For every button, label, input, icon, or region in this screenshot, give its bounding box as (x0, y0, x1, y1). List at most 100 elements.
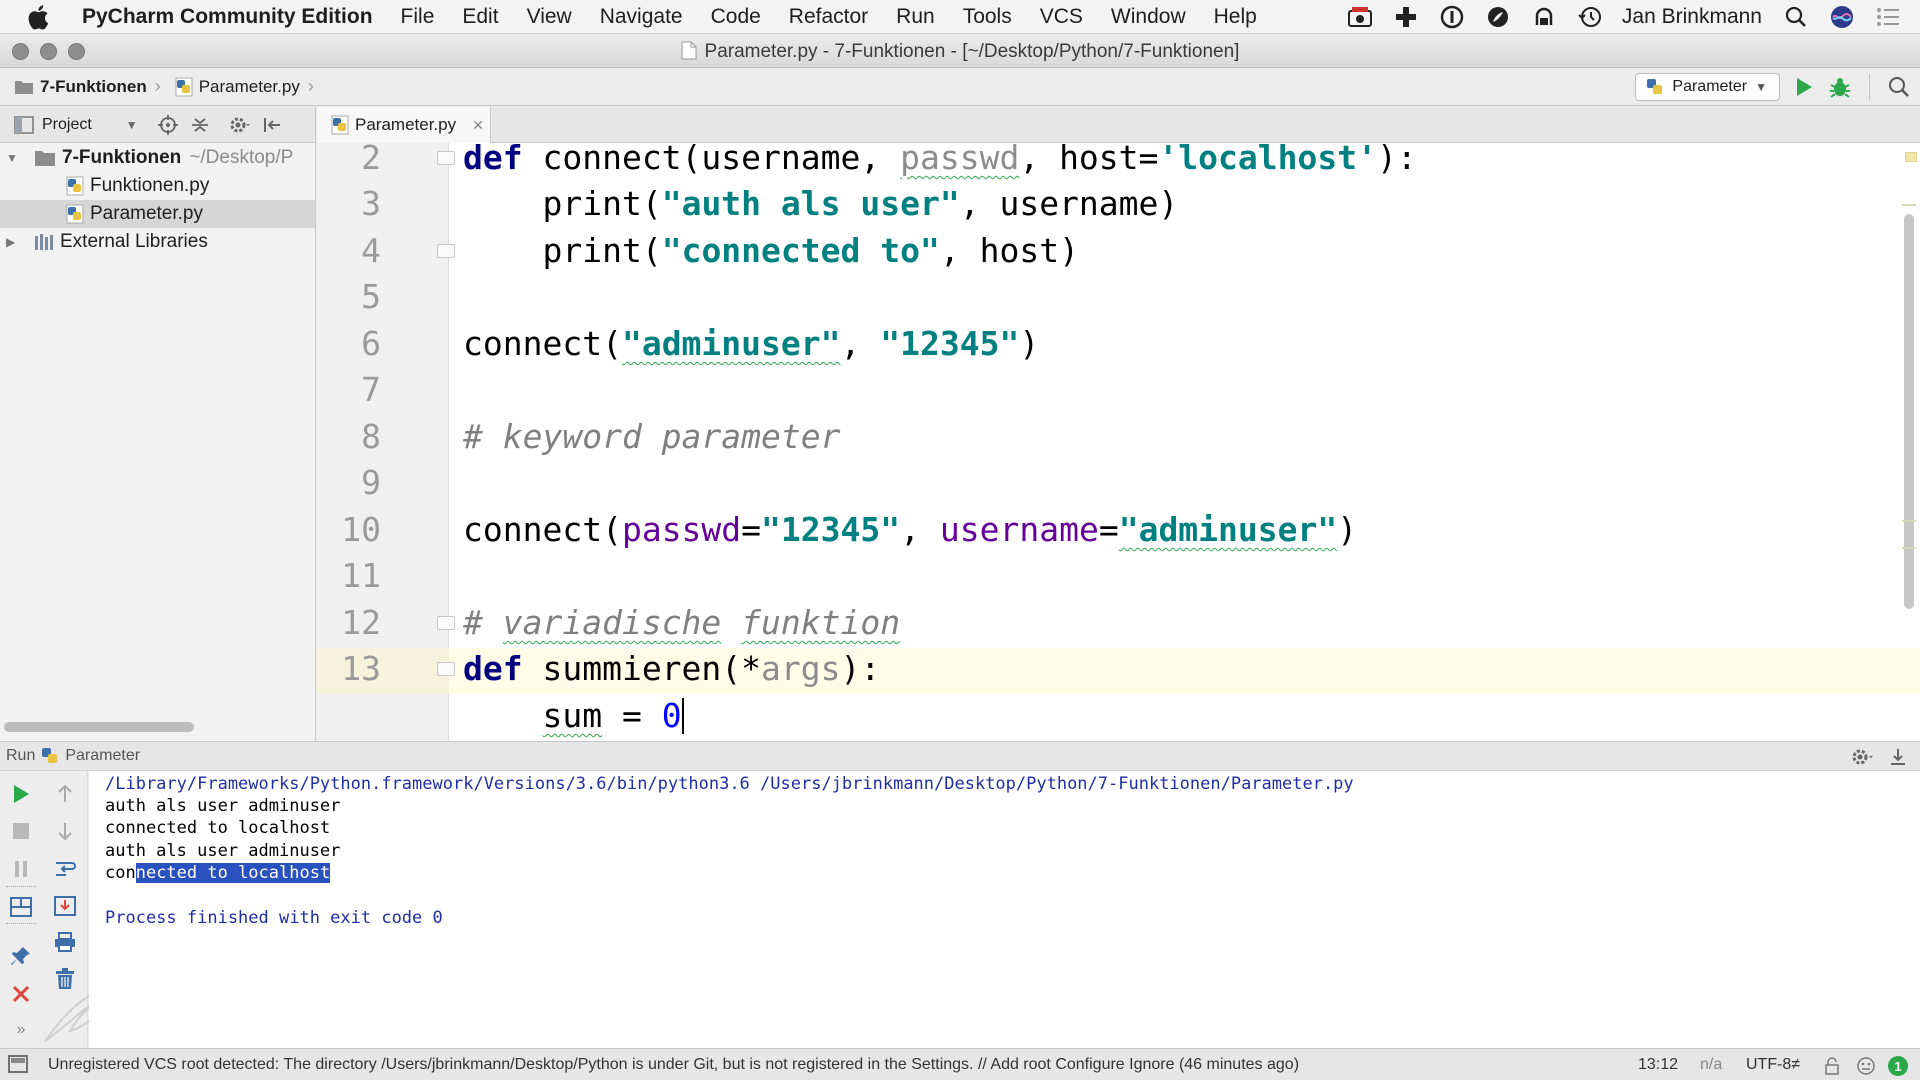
fold-marker-icon[interactable] (437, 616, 455, 630)
code-line-2: def connect(username, passwd, host='loca… (463, 143, 1417, 177)
run-icon[interactable] (1794, 76, 1814, 98)
menu-tools[interactable]: Tools (963, 5, 1012, 29)
horizontal-scrollbar[interactable] (4, 722, 194, 732)
toolbar-divider (6, 886, 36, 887)
print-icon[interactable] (52, 929, 78, 955)
expand-arrow-icon[interactable]: ▶ (6, 235, 18, 249)
line-number: 8 (361, 417, 381, 456)
window-title: Parameter.py - 7-Funktionen - [~/Desktop… (0, 41, 1920, 63)
pause-icon[interactable] (8, 856, 34, 882)
backup-bell-icon[interactable] (1530, 3, 1558, 31)
file-encoding[interactable]: UTF-8≠ (1746, 1056, 1800, 1074)
screen-recorder-icon[interactable] (1346, 3, 1374, 31)
pin-tab-icon[interactable] (8, 943, 34, 969)
run-config-tab[interactable]: Parameter (65, 747, 140, 765)
scroll-down-icon[interactable] (52, 818, 78, 844)
tree-item-external-libraries[interactable]: ▶ External Libraries (0, 228, 315, 256)
code-line-8: # keyword parameter (463, 417, 841, 456)
close-tab-icon[interactable]: ✕ (472, 117, 484, 134)
lock-icon[interactable] (1824, 1057, 1840, 1075)
chevron-down-icon[interactable]: ▼ (126, 118, 138, 132)
search-everywhere-icon[interactable] (1888, 76, 1910, 98)
gear-icon[interactable] (1850, 747, 1876, 767)
line-numbers: 2 3 4 5 6 7 8 9 10 11 12 13 (317, 138, 455, 741)
menu-window[interactable]: Window (1111, 5, 1186, 29)
line-number: 6 (361, 324, 381, 363)
inspector-face-icon[interactable] (1856, 1056, 1876, 1076)
menu-edit[interactable]: Edit (462, 5, 498, 29)
menu-code[interactable]: Code (711, 5, 761, 29)
rerun-icon[interactable] (8, 781, 34, 807)
user-name[interactable]: Jan Brinkmann (1622, 5, 1762, 29)
siri-icon[interactable] (1828, 3, 1856, 31)
scroll-to-end-icon[interactable] (52, 893, 78, 919)
onepassword-icon[interactable] (1438, 3, 1466, 31)
tree-item-root-folder[interactable]: ▼ 7-Funktionen ~/Desktop/P (0, 144, 315, 172)
layout-icon[interactable] (8, 894, 34, 920)
python-config-icon (1646, 78, 1664, 96)
chevron-down-icon: ▼ (1755, 80, 1767, 94)
run-toolbar: » (0, 771, 119, 1048)
hide-panel-icon[interactable] (262, 115, 282, 135)
more-chevron-icon[interactable]: » (8, 1017, 34, 1043)
collapse-all-icon[interactable] (190, 115, 210, 135)
stop-icon[interactable] (8, 818, 34, 844)
code-lines[interactable]: def connect(username, passwd, host='loca… (463, 143, 1893, 741)
apple-icon[interactable] (28, 4, 52, 30)
menu-vcs[interactable]: VCS (1040, 5, 1083, 29)
menu-file[interactable]: File (401, 5, 435, 29)
fold-marker-icon[interactable] (437, 662, 455, 676)
fold-marker-icon[interactable] (437, 151, 455, 165)
console-output[interactable]: /Library/Frameworks/Python.framework/Ver… (89, 771, 1920, 1048)
tree-item-parameter[interactable]: Parameter.py (0, 200, 315, 228)
gear-icon[interactable] (228, 115, 250, 135)
line-separator-status[interactable]: n/a (1700, 1056, 1722, 1074)
menu-navigate[interactable]: Navigate (600, 5, 683, 29)
menu-help[interactable]: Help (1214, 5, 1257, 29)
tree-item-funktionen[interactable]: Funktionen.py (0, 172, 315, 200)
plus-cross-icon[interactable] (1392, 3, 1420, 31)
event-log-icon[interactable]: 1 (1887, 1055, 1909, 1077)
tree-item-label: Parameter.py (90, 203, 203, 224)
scroll-marker (1902, 520, 1916, 522)
close-run-icon[interactable] (8, 981, 34, 1007)
menu-view[interactable]: View (527, 5, 572, 29)
scroll-up-icon[interactable] (52, 781, 78, 807)
toolbar-divider (1869, 74, 1870, 100)
leaf-icon[interactable] (1484, 3, 1512, 31)
menu-run[interactable]: Run (896, 5, 935, 29)
vcs-notification-message[interactable]: Unregistered VCS root detected: The dire… (48, 1056, 1299, 1074)
code-line-12: def summieren(*args): (463, 649, 881, 688)
vertical-scrollbar[interactable] (1904, 214, 1914, 609)
hide-panel-down-icon[interactable] (1888, 747, 1908, 767)
debug-bug-icon[interactable] (1828, 76, 1852, 98)
app-name-menu[interactable]: PyCharm Community Edition (82, 5, 373, 29)
toggle-tool-windows-icon[interactable] (8, 1055, 28, 1073)
fold-marker-icon[interactable] (437, 244, 455, 258)
text-caret (681, 697, 684, 734)
run-configuration-selector[interactable]: Parameter ▼ (1635, 73, 1780, 101)
run-panel-title[interactable]: Run (6, 747, 35, 765)
line-number: 7 (361, 370, 381, 409)
folder-icon (34, 149, 56, 167)
time-machine-icon[interactable] (1576, 3, 1604, 31)
run-panel-header: Run Parameter (0, 741, 1920, 771)
notification-center-icon[interactable] (1874, 3, 1902, 31)
spotlight-search-icon[interactable] (1782, 3, 1810, 31)
code-line-6: connect("adminuser", "12345") (463, 324, 1040, 363)
code-line-11: # variadische funktion (463, 603, 901, 642)
console-line: auth als user adminuser (105, 841, 341, 861)
breadcrumb-folder[interactable]: 7-Funktionen › (14, 76, 161, 97)
breadcrumb-file[interactable]: Parameter.py › (175, 76, 314, 97)
expand-arrow-icon[interactable]: ▼ (6, 151, 18, 165)
line-number: 9 (361, 463, 381, 502)
console-text: con (105, 863, 136, 883)
python-file-icon (331, 115, 349, 135)
project-view-dropdown[interactable]: Project (42, 116, 92, 134)
caret-position[interactable]: 13:12 (1638, 1056, 1678, 1074)
inspection-status-icon[interactable] (1905, 152, 1917, 162)
menu-refactor[interactable]: Refactor (789, 5, 868, 29)
locate-target-icon[interactable] (157, 114, 178, 135)
editor-tab-bar: Parameter.py ✕ (317, 107, 1920, 143)
soft-wrap-icon[interactable] (52, 856, 78, 882)
